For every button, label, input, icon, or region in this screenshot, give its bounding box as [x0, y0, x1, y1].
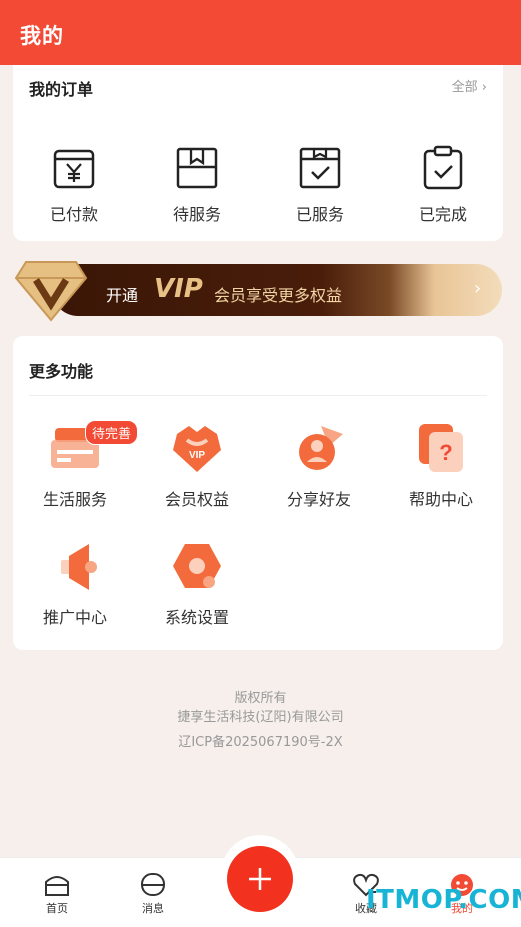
feature-label: 帮助中心 [408, 490, 473, 509]
icp-number: 辽ICP备2025067190号-2X [178, 735, 343, 750]
feature-label: 系统设置 [164, 608, 229, 627]
orders-all-link[interactable]: 全部 › [452, 76, 487, 95]
vip-open-text: 开通 [106, 286, 139, 305]
more-title: 更多功能 [29, 362, 94, 381]
feature-vip-rights[interactable]: VIP 会员权益 [142, 420, 252, 510]
vip-big-text: VIP [154, 274, 203, 304]
megaphone-icon [61, 544, 97, 590]
vip-banner[interactable]: 开通 VIP 会员享受更多权益 › [14, 256, 504, 324]
share-user-icon [299, 426, 343, 470]
page-title: 我的 [20, 24, 64, 48]
order-serviced[interactable]: 已服务 [272, 145, 368, 225]
watermark-text: ITMOP.COM [366, 885, 521, 915]
divider [29, 395, 487, 396]
vip-shield-icon: VIP [173, 426, 221, 472]
checked-box-icon [299, 147, 341, 189]
order-label: 待服务 [172, 205, 221, 224]
feature-system-settings[interactable]: 系统设置 [142, 538, 252, 628]
copyright-line: 版权所有 [234, 691, 287, 706]
package-icon [176, 147, 218, 189]
feature-label: 生活服务 [42, 490, 107, 509]
more-features-card: 更多功能 生活服务 待完善 VIP 会员权益 分享好友 ? 帮助中心 推广中心 … [13, 336, 503, 650]
order-label: 已服务 [295, 205, 344, 224]
order-label: 已完成 [418, 205, 467, 224]
yen-wallet-icon [53, 149, 95, 189]
feature-help-center[interactable]: ? 帮助中心 [386, 420, 496, 510]
settings-hex-icon [173, 544, 221, 588]
svg-text:?: ? [439, 440, 452, 465]
tab-home[interactable]: 首页 [27, 872, 87, 916]
diamond-vip-icon [14, 261, 88, 322]
orders-card: 我的订单 全部 › 已付款 待服务 已服务 已完成 [13, 65, 503, 241]
feature-share-friends[interactable]: 分享好友 [264, 420, 374, 510]
home-icon [45, 876, 69, 896]
tab-label: 消息 [142, 902, 164, 915]
chevron-right-icon: › [474, 278, 482, 299]
company-name: 捷享生活科技(辽阳)有限公司 [177, 710, 344, 725]
plus-icon [249, 868, 271, 890]
feature-promotion-center[interactable]: 推广中心 [20, 538, 130, 628]
order-label: 已付款 [49, 205, 98, 224]
feature-label: 推广中心 [42, 608, 107, 627]
app-header: 我的 [0, 0, 521, 65]
svg-text:VIP: VIP [189, 450, 205, 461]
clipboard-check-icon [423, 145, 463, 190]
tab-label: 首页 [46, 902, 68, 915]
order-pending-service[interactable]: 待服务 [149, 145, 245, 225]
order-paid[interactable]: 已付款 [26, 145, 122, 225]
order-completed[interactable]: 已完成 [395, 145, 491, 225]
orders-title: 我的订单 [29, 80, 94, 99]
feature-label: 会员权益 [164, 490, 229, 509]
pending-badge: 待完善 [85, 420, 139, 445]
tab-messages[interactable]: 消息 [123, 872, 183, 916]
feature-label: 分享好友 [286, 490, 351, 509]
message-icon [141, 873, 165, 896]
add-fab-button[interactable] [227, 846, 293, 912]
vip-desc-text: 会员享受更多权益 [214, 286, 343, 305]
help-question-icon: ? [419, 424, 463, 472]
